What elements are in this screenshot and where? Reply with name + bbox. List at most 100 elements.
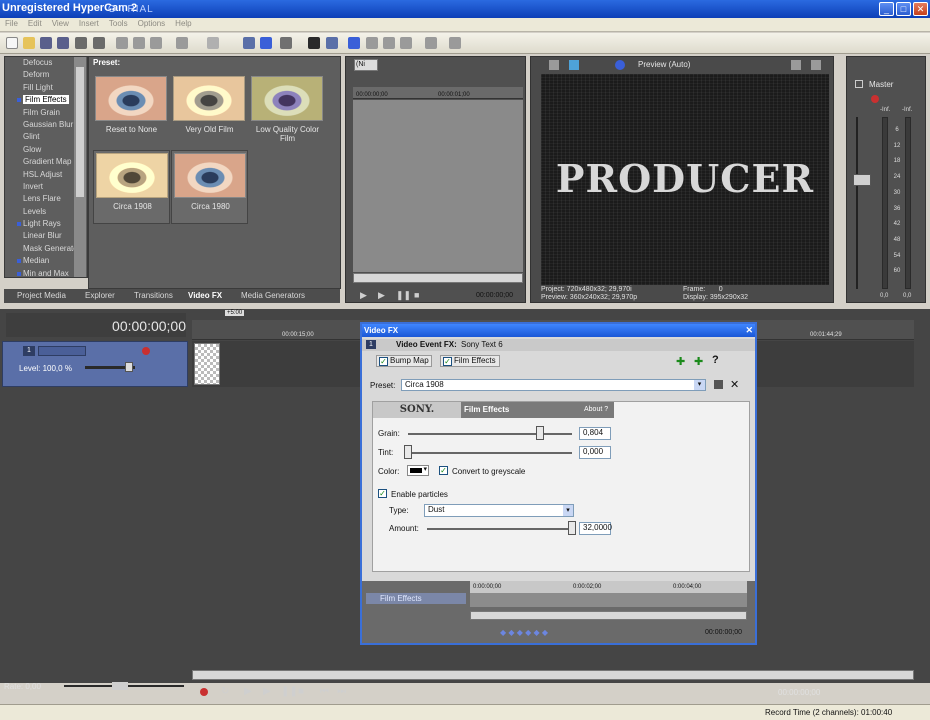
video-track-header[interactable]: 1 Level: 100,0 % [2, 341, 188, 387]
lock-envelope-icon[interactable] [280, 37, 292, 49]
film-effects-check[interactable]: ✓ [443, 357, 452, 366]
menu-options[interactable]: Options [133, 18, 171, 29]
tab-video-fx[interactable]: Video FX [188, 291, 222, 300]
keyframe-track-label[interactable]: Film Effects [366, 593, 466, 604]
menu-edit[interactable]: Edit [23, 18, 47, 29]
rate-slider-thumb[interactable] [112, 682, 128, 690]
menu-help[interactable]: Help [170, 18, 196, 29]
zoom-tool-icon[interactable] [400, 37, 412, 49]
save-preset-icon[interactable] [714, 380, 723, 389]
redo-icon[interactable] [207, 37, 219, 49]
tab-transitions[interactable]: Transitions [134, 291, 173, 300]
scrollbar-thumb[interactable] [76, 67, 84, 197]
pause-icon[interactable]: ❚❚ [281, 686, 298, 697]
crossfade-icon[interactable] [308, 37, 320, 49]
preset-thumbnail[interactable]: Low Quality Color Film [249, 74, 326, 148]
trimmer-area[interactable] [353, 100, 523, 272]
properties-icon[interactable] [93, 37, 105, 49]
help-icon[interactable]: ? [712, 354, 719, 366]
play-icon[interactable]: ▶ [360, 290, 367, 301]
preview-mode-dropdown[interactable]: Preview (Auto) [638, 60, 690, 69]
keyframe-lane[interactable] [470, 593, 747, 607]
keyframe-scrollbar[interactable] [470, 611, 747, 620]
play-from-start-icon[interactable]: ▶ [378, 290, 385, 301]
go-to-start-icon[interactable]: ⏮ [320, 686, 329, 697]
dialog-close-icon[interactable]: ✕ [745, 324, 753, 337]
properties-icon[interactable] [549, 60, 559, 70]
tint-value-field[interactable]: 0,000 [579, 446, 611, 459]
bump-map-check[interactable]: ✓ [379, 357, 388, 366]
save-icon[interactable] [40, 37, 52, 49]
cut-icon[interactable] [116, 37, 128, 49]
add-plugin-icon[interactable]: ✚ [676, 355, 685, 368]
undo-icon[interactable] [176, 37, 188, 49]
chevron-down-icon[interactable]: ▾ [694, 380, 705, 390]
minimize-button[interactable]: _ [879, 2, 894, 16]
loop-icon[interactable]: ↻ [221, 686, 229, 697]
copy-icon[interactable] [133, 37, 145, 49]
save-as-icon[interactable] [57, 37, 69, 49]
track-name-field[interactable] [38, 346, 86, 356]
play-from-start-icon[interactable]: ▶ [263, 686, 271, 697]
auto-ripple-icon[interactable] [260, 37, 272, 49]
grain-slider-thumb[interactable] [535, 426, 544, 440]
tab-project-media[interactable]: Project Media [17, 291, 66, 300]
mute-icon[interactable] [871, 95, 879, 103]
whats-this-icon[interactable] [449, 37, 461, 49]
greyscale-checkbox[interactable]: ✓ [439, 466, 448, 475]
tint-slider-thumb[interactable] [404, 445, 412, 459]
video-event-clip[interactable] [194, 343, 220, 385]
ignore-grouping-icon[interactable] [326, 37, 338, 49]
preset-dropdown[interactable]: Circa 1908 [401, 379, 706, 391]
amount-slider-thumb[interactable] [568, 521, 576, 535]
menu-view[interactable]: View [47, 18, 74, 29]
pause-icon[interactable]: ❚❚ [396, 290, 411, 301]
fx-list-scrollbar[interactable] [74, 57, 86, 277]
type-dropdown[interactable]: Dust [424, 504, 574, 517]
selection-tool-icon[interactable] [383, 37, 395, 49]
open-folder-icon[interactable] [23, 37, 35, 49]
remove-plugin-icon[interactable]: ✚ [694, 355, 703, 368]
particles-checkbox[interactable]: ✓ [378, 489, 387, 498]
level-slider-thumb[interactable] [125, 362, 133, 372]
paste-icon[interactable] [150, 37, 162, 49]
master-fader[interactable] [853, 174, 871, 186]
normal-edit-tool-icon[interactable] [348, 37, 360, 49]
preset-thumbnail[interactable]: Circa 1980 [171, 150, 248, 224]
stop-icon[interactable]: ■ [298, 686, 304, 697]
new-icon[interactable] [6, 37, 18, 49]
menu-tools[interactable]: Tools [104, 18, 133, 29]
envelope-tool-icon[interactable] [366, 37, 378, 49]
tab-explorer[interactable]: Explorer [85, 291, 115, 300]
delete-preset-icon[interactable]: ✕ [730, 378, 739, 391]
keyframe-nav-icons[interactable]: ◆ ◆ ◆ ◆ ◆ ◆ [500, 628, 548, 637]
record-icon[interactable] [200, 688, 208, 696]
help-pointer-icon[interactable] [425, 37, 437, 49]
timeline-scrollbar[interactable] [192, 670, 914, 680]
grain-value-field[interactable]: 0,804 [579, 427, 611, 440]
fx-chain-film-effects[interactable]: ✓ Film Effects [440, 355, 500, 367]
go-to-end-icon[interactable]: ⏭ [337, 686, 346, 697]
master-checkbox[interactable] [855, 80, 863, 88]
copy-snapshot-icon[interactable] [791, 60, 801, 70]
render-icon[interactable] [75, 37, 87, 49]
menu-file[interactable]: File [0, 18, 23, 29]
trimmer-scrollbar[interactable] [353, 273, 523, 283]
preview-screen[interactable]: PRODUCER [541, 74, 829, 285]
preset-thumbnail[interactable]: Very Old Film [171, 74, 248, 148]
preview-fx-icon[interactable] [615, 60, 625, 70]
external-monitor-icon[interactable] [569, 60, 579, 70]
chevron-down-icon[interactable]: ▾ [563, 505, 573, 516]
track-fx-icon[interactable] [142, 347, 150, 355]
about-link[interactable]: About ? [584, 406, 608, 413]
close-button[interactable]: ✕ [913, 2, 928, 16]
amount-value-field[interactable]: 32,0000 [579, 522, 612, 535]
trimmer-media-dropdown[interactable]: (Ni [354, 59, 378, 71]
tab-media-generators[interactable]: Media Generators [241, 291, 305, 300]
color-picker[interactable]: ▾ [407, 465, 429, 476]
maximize-button[interactable]: □ [896, 2, 911, 16]
preset-thumbnail[interactable]: Reset to None [93, 74, 170, 148]
stop-icon[interactable]: ■ [414, 290, 419, 300]
menu-insert[interactable]: Insert [74, 18, 104, 29]
play-icon[interactable]: ▶ [244, 686, 252, 697]
